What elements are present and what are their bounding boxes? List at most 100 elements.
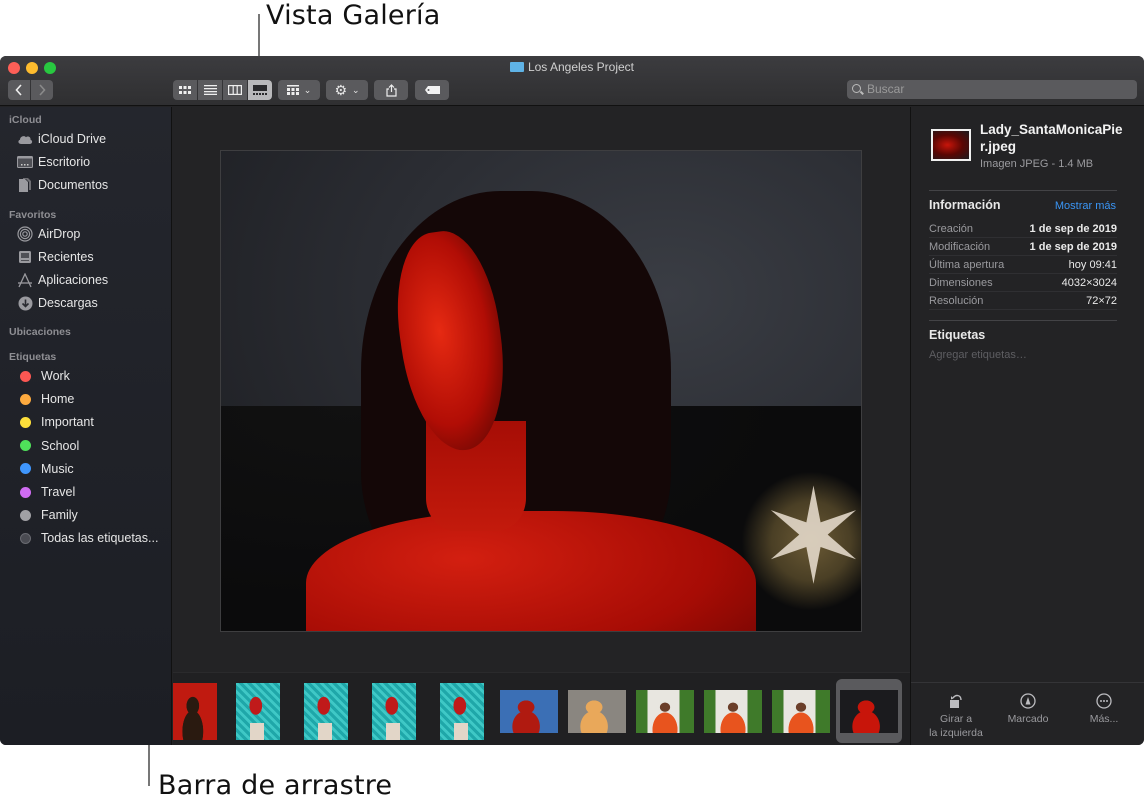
rotate-left-button[interactable]: Girar a la izquierda (917, 693, 995, 740)
tags-section-title: Etiquetas (929, 328, 986, 342)
sidebar: iCloud iCloud Drive Escritorio Documento… (0, 107, 172, 745)
info-key: Modificación (929, 240, 991, 253)
view-mode-selector (173, 80, 272, 100)
preview-torso (306, 511, 756, 631)
info-key: Dimensiones (929, 276, 993, 289)
group-by-button[interactable]: ⌄ (278, 80, 320, 100)
list-view-button[interactable] (198, 80, 222, 100)
thumbnail[interactable] (236, 683, 280, 740)
info-key: Creación (929, 222, 974, 235)
list-icon (203, 85, 217, 95)
sidebar-item-aplicaciones[interactable]: Aplicaciones (17, 270, 108, 290)
sidebar-item-label: Aplicaciones (38, 273, 109, 287)
scrubber-bar[interactable] (173, 672, 910, 745)
preview-star-light (741, 461, 861, 613)
chevron-down-icon: ⌄ (352, 84, 360, 95)
info-key: Resolución (929, 294, 984, 307)
search-icon (852, 84, 861, 93)
sidebar-item-documentos[interactable]: Documentos (17, 175, 108, 195)
sidebar-item-label: Descargas (38, 296, 98, 310)
gear-icon: ⚙ (334, 82, 347, 98)
thumbnail[interactable] (372, 683, 416, 740)
sidebar-item-label: Documentos (38, 178, 109, 192)
icon-view-button[interactable] (173, 80, 197, 100)
sidebar-tag-todas-las-etiquetas[interactable]: Todas las etiquetas... (17, 528, 158, 548)
desktop-icon (17, 154, 33, 170)
thumbnail[interactable] (772, 690, 830, 733)
sidebar-tag-home[interactable]: Home (17, 389, 74, 409)
gallery-icon (253, 85, 267, 95)
info-value: 1 de sep de 2019 (1029, 222, 1117, 235)
documents-icon (17, 177, 33, 193)
sidebar-item-label: AirDrop (38, 227, 81, 241)
sidebar-item-label: Todas las etiquetas... (41, 531, 159, 546)
all-tags-icon (20, 532, 31, 544)
sidebar-item-escritorio[interactable]: Escritorio (17, 152, 90, 172)
image-preview[interactable] (220, 150, 862, 632)
sidebar-item-label: Family (41, 508, 78, 523)
column-view-button[interactable] (223, 80, 247, 100)
sidebar-item-recientes[interactable]: Recientes (17, 247, 94, 267)
add-tags-field[interactable]: Agregar etiquetas… (929, 349, 1027, 361)
info-section-title: Información (929, 198, 1001, 212)
file-kind: Imagen JPEG - 1.4 MB (980, 158, 1094, 170)
finder-window: Los Angeles Project ⌄ ⚙ ⌄ Buscar iCloud … (0, 56, 1144, 745)
window-title: Los Angeles Project (0, 60, 1144, 74)
thumbnail[interactable] (568, 690, 626, 733)
markup-button[interactable]: Marcado (989, 693, 1067, 727)
tag-color-dot-icon (20, 440, 31, 452)
rotate-left-icon (950, 694, 962, 708)
sidebar-tag-important[interactable]: Important (17, 412, 94, 432)
gallery-view-button[interactable] (248, 80, 272, 100)
preview-pane: Lady_SantaMonicaPier.jpeg Imagen JPEG - … (910, 107, 1144, 745)
chevron-left-icon (15, 84, 22, 96)
tag-color-dot-icon (20, 463, 31, 475)
share-button[interactable] (374, 80, 408, 100)
action-label: Marcado (1007, 713, 1049, 725)
downloads-icon (17, 295, 33, 311)
sidebar-tag-music[interactable]: Music (17, 459, 74, 479)
search-field[interactable]: Buscar (847, 80, 1137, 99)
info-value: 1 de sep de 2019 (1029, 240, 1117, 253)
tag-button[interactable] (415, 80, 449, 100)
thumbnail[interactable] (173, 683, 217, 740)
tag-color-dot-icon (20, 416, 31, 428)
sidebar-item-icloud-drive[interactable]: iCloud Drive (17, 129, 106, 149)
sidebar-tag-travel[interactable]: Travel (17, 482, 75, 502)
show-more-link[interactable]: Mostrar más (1055, 200, 1116, 212)
sidebar-tag-school[interactable]: School (17, 436, 79, 456)
grid-icon (179, 85, 191, 94)
forward-button[interactable] (31, 80, 53, 100)
tag-color-dot-icon (20, 509, 31, 521)
info-row: Resolución 72×72 (929, 292, 1117, 310)
action-label: la izquierda (929, 726, 983, 739)
back-button[interactable] (8, 80, 30, 100)
callout-scrubber-bar: Barra de arrastre (158, 770, 393, 801)
window-title-text: Los Angeles Project (527, 60, 635, 74)
thumbnail[interactable] (704, 690, 762, 733)
columns-icon (228, 85, 242, 95)
action-label: Más... (1089, 713, 1119, 725)
action-menu-button[interactable]: ⚙ ⌄ (326, 80, 368, 100)
sidebar-item-label: Travel (41, 485, 76, 499)
action-label: Girar a (939, 713, 973, 725)
sidebar-item-label: School (41, 438, 80, 453)
sidebar-tag-work[interactable]: Work (17, 366, 70, 386)
thumbnail-selected[interactable] (840, 690, 898, 733)
markup-icon (1020, 693, 1036, 709)
thumbnail[interactable] (304, 683, 348, 740)
sidebar-header-favoritos: Favoritos (9, 209, 57, 221)
chevron-right-icon (39, 84, 46, 96)
sidebar-item-airdrop[interactable]: AirDrop (17, 224, 80, 244)
sidebar-header-ubicaciones: Ubicaciones (9, 326, 71, 338)
gallery-content (173, 107, 910, 745)
sidebar-item-label: Recientes (38, 250, 94, 264)
thumbnail[interactable] (636, 690, 694, 733)
more-button[interactable]: Más... (1065, 693, 1143, 727)
sidebar-item-descargas[interactable]: Descargas (17, 293, 98, 313)
quick-actions: Girar a la izquierda Marcado Más... (911, 682, 1144, 745)
thumbnail[interactable] (440, 683, 484, 740)
sidebar-header-etiquetas: Etiquetas (9, 351, 57, 363)
sidebar-tag-family[interactable]: Family (17, 505, 78, 525)
thumbnail[interactable] (500, 690, 558, 733)
